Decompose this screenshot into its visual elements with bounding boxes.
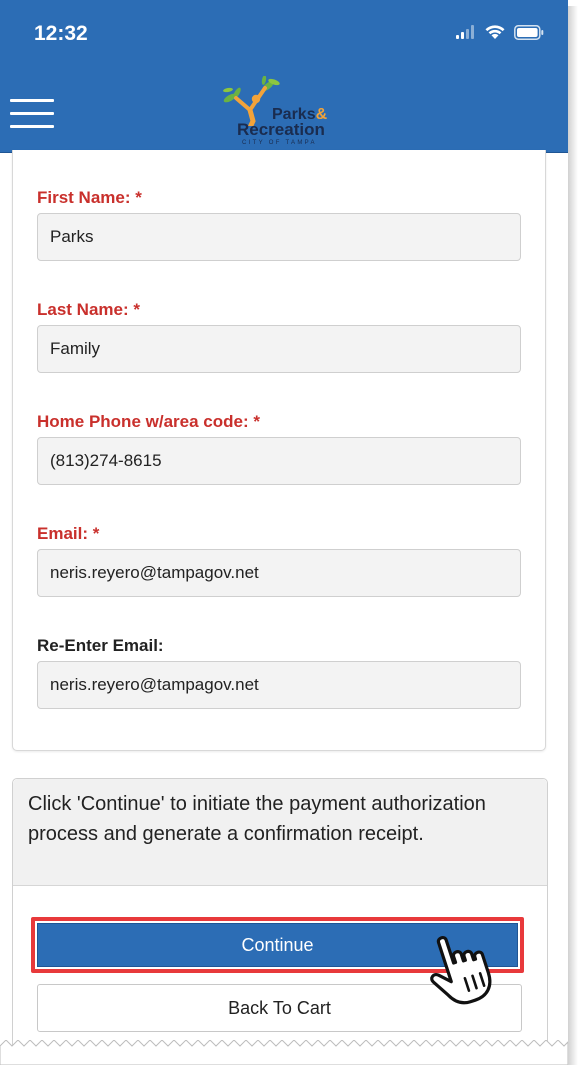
first-name-input[interactable] xyxy=(37,213,521,261)
parks-recreation-logo[interactable]: Parks& Recreation CITY OF TAMPA xyxy=(220,76,350,150)
wifi-icon xyxy=(484,24,506,45)
status-bar: 12:32 xyxy=(0,0,568,76)
email-input[interactable] xyxy=(37,549,521,597)
app-screen: 12:32 Parks& Recreation CITY OF TAMPA Fi… xyxy=(0,0,568,1065)
page-shadow xyxy=(568,6,578,1065)
home-phone-input[interactable] xyxy=(37,437,521,485)
last-name-input[interactable] xyxy=(37,325,521,373)
hamburger-menu-icon[interactable] xyxy=(10,96,54,132)
pointing-hand-cursor-icon xyxy=(418,930,498,1010)
battery-icon xyxy=(514,24,544,45)
last-name-label: Last Name: * xyxy=(37,300,140,319)
torn-edge-decoration xyxy=(0,1039,568,1065)
home-phone-label: Home Phone w/area code: * xyxy=(37,412,260,431)
logo-text-recreation: Recreation xyxy=(237,120,325,139)
payment-instructions-panel: Click 'Continue' to initiate the payment… xyxy=(13,779,547,886)
reenter-email-label: Re-Enter Email: xyxy=(37,636,164,655)
status-time: 12:32 xyxy=(34,22,88,45)
payment-instructions-text: Click 'Continue' to initiate the payment… xyxy=(28,793,486,845)
reenter-email-input[interactable] xyxy=(37,661,521,709)
first-name-label: First Name: * xyxy=(37,188,142,207)
contact-form-card: First Name: * Last Name: * Home Phone w/… xyxy=(12,150,546,751)
app-header: Parks& Recreation CITY OF TAMPA xyxy=(0,76,568,153)
status-icons xyxy=(456,24,544,45)
logo-text-city: CITY OF TAMPA xyxy=(242,140,317,146)
email-label: Email: * xyxy=(37,524,100,543)
signal-icon xyxy=(456,25,476,44)
